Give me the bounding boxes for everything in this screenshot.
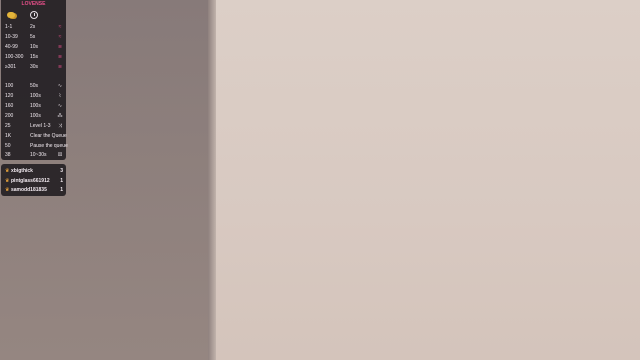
special-command-row: 100 50s ∿ <box>5 84 63 91</box>
top-tippers-panel: ♛ xbigthick 3 ♛ pintglass661912 1 ♛ samo… <box>1 164 66 196</box>
special-command-row: 160 100s ∿ <box>5 104 63 111</box>
trophy-icon: ♛ <box>5 178 10 184</box>
wall-right <box>216 0 640 360</box>
video-stream: LOVENSE 1-1 2s ≈ 10-39 5s ≈ 40-99 10s ≋ … <box>0 0 640 360</box>
vibrate-icon: ≋ <box>57 64 63 70</box>
tipper-name: xbigthick <box>11 168 33 174</box>
tip-duration: 10s <box>30 44 39 50</box>
special-tokens: 100 <box>5 83 14 89</box>
clock-icon <box>30 11 38 19</box>
trophy-icon: ♛ <box>5 187 10 193</box>
tip-level-row: ≥301 30s ≋ <box>5 65 63 72</box>
vibrate-icon: ≈ <box>58 24 62 30</box>
tip-duration: 5s <box>30 34 36 40</box>
special-tokens: 38 <box>5 152 11 158</box>
special-command-row: 25 Level 1-3 ⤨ <box>5 124 63 131</box>
tipper-count: 3 <box>60 168 63 174</box>
special-value: Clear the Queue <box>30 133 67 139</box>
special-value: 50s <box>30 83 39 89</box>
leaderboard-row: ♛ pintglass661912 1 <box>5 178 63 185</box>
random-icon: ⤨ <box>57 123 62 129</box>
tip-level-row: 10-39 5s ≈ <box>5 35 63 42</box>
special-tokens: 25 <box>5 123 11 129</box>
vibrate-icon: ≋ <box>57 44 63 50</box>
overlay-title: LOVENSE <box>21 1 46 7</box>
special-value: 100s <box>30 113 41 119</box>
tipper-count: 1 <box>60 187 63 193</box>
overlay-header-icons <box>5 11 62 21</box>
special-value: Pause the queue <box>30 143 68 149</box>
tipper-name: pintglass661912 <box>11 178 50 184</box>
tip-level-row: 1-1 2s ≈ <box>5 25 63 32</box>
special-tokens: 120 <box>5 93 14 99</box>
tip-tokens: ≥301 <box>5 64 17 70</box>
tip-duration: 15s <box>30 54 39 60</box>
special-command-row: 50 Pause the queue <box>5 143 68 151</box>
trophy-icon: ♛ <box>5 168 10 174</box>
tip-duration: 2s <box>30 24 36 30</box>
special-tokens: 160 <box>5 103 14 109</box>
special-command-row: 120 100s ⌇ <box>5 94 63 101</box>
tip-level-row: 100-300 15s ≋ <box>5 55 63 62</box>
tip-tokens: 100-300 <box>5 54 24 60</box>
special-value: Level 1-3 <box>30 123 51 129</box>
tip-duration: 30s <box>30 64 39 70</box>
tipper-count: 1 <box>60 178 63 184</box>
coin-icon <box>7 12 15 18</box>
leaderboard-row: ♛ samodd181835 1 <box>5 187 63 194</box>
pulse-icon: ⌇ <box>58 93 62 99</box>
wave-icon: ∿ <box>57 83 63 89</box>
tip-tokens: 40-99 <box>5 44 18 50</box>
tip-menu-overlay: LOVENSE 1-1 2s ≈ 10-39 5s ≈ 40-99 10s ≋ … <box>1 0 68 160</box>
special-command-row: 38 10~30s ⚄ <box>5 153 63 160</box>
random-time-icon: ⚄ <box>57 152 63 158</box>
special-command-row: 1K Clear the Queue <box>5 133 67 141</box>
earthquake-icon: ∿ <box>57 103 63 109</box>
special-tokens: 200 <box>5 113 14 119</box>
special-value: 10~30s <box>30 152 47 158</box>
leaderboard-row: ♛ xbigthick 3 <box>5 168 63 175</box>
special-tokens: 50 <box>5 143 11 149</box>
special-tokens: 1K <box>5 133 12 139</box>
tipper-name: samodd181835 <box>11 187 47 193</box>
special-command-row: 200 100s ⁂ <box>5 114 63 121</box>
special-value: 100s <box>30 103 41 109</box>
fireworks-icon: ⁂ <box>57 113 63 119</box>
tip-tokens: 1-1 <box>5 24 13 30</box>
vibrate-icon: ≈ <box>58 34 62 40</box>
tip-tokens: 10-39 <box>5 34 18 40</box>
vibrate-icon: ≋ <box>57 54 63 60</box>
tip-level-row: 40-99 10s ≋ <box>5 45 63 52</box>
special-value: 100s <box>30 93 41 99</box>
